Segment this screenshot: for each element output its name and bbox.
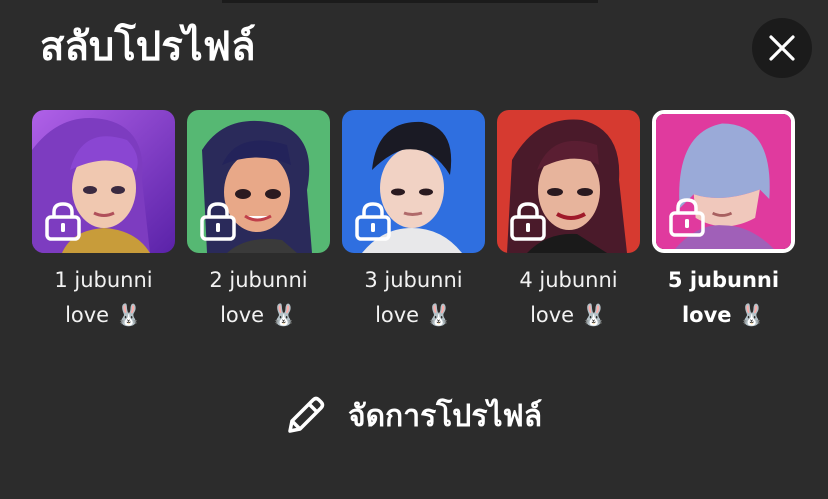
manage-profiles-label: จัดการโปรไฟล์	[348, 398, 543, 434]
profile-name: 1 jubunni love 🐰	[54, 268, 153, 327]
profile-card-4[interactable]: 4 jubunni love 🐰	[497, 110, 640, 333]
profile-avatar	[497, 110, 640, 253]
close-icon	[769, 35, 795, 61]
profile-name: 5 jubunni love 🐰	[667, 268, 780, 327]
profile-name: 4 jubunni love 🐰	[519, 268, 618, 327]
lock-icon	[510, 202, 546, 241]
manage-profiles-button[interactable]: จัดการโปรไฟล์	[282, 388, 542, 444]
profile-avatar	[32, 110, 175, 253]
lock-icon	[200, 202, 236, 241]
profile-avatar	[342, 110, 485, 253]
lock-icon	[669, 198, 705, 237]
profile-card-1[interactable]: 1 jubunni love 🐰	[32, 110, 175, 333]
pencil-icon	[288, 396, 325, 433]
lock-icon	[355, 202, 391, 241]
profile-avatar	[652, 110, 795, 253]
lock-icon	[45, 202, 81, 241]
profile-name: 2 jubunni love 🐰	[209, 268, 308, 327]
profile-card-2[interactable]: 2 jubunni love 🐰	[187, 110, 330, 333]
profile-switcher-sheet: สลับโปรไฟล์ 1 jubunni love 🐰 2 jubunni l…	[0, 0, 828, 499]
sheet-top-strip	[222, 0, 598, 3]
profile-avatar	[187, 110, 330, 253]
profile-name: 3 jubunni love 🐰	[364, 268, 463, 327]
profile-card-3[interactable]: 3 jubunni love 🐰	[342, 110, 485, 333]
close-button[interactable]	[752, 18, 812, 78]
page-title: สลับโปรไฟล์	[40, 24, 256, 70]
profile-card-5[interactable]: 5 jubunni love 🐰	[652, 110, 795, 333]
